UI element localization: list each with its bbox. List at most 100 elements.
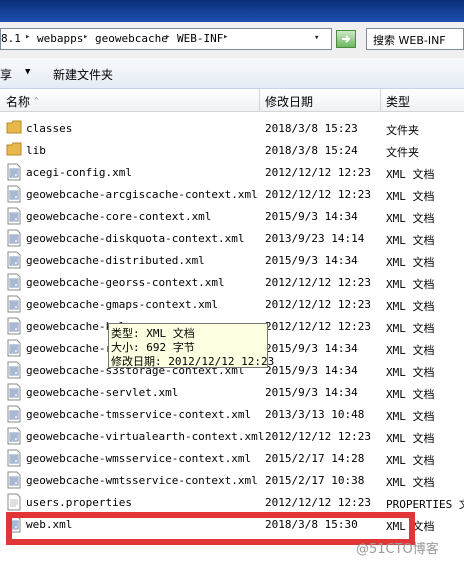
file-type: XML 文档 xyxy=(386,278,435,291)
xml-file-icon xyxy=(6,273,22,291)
folder-icon xyxy=(6,119,22,137)
file-name: geowebcache-diskquota-context.xml xyxy=(26,232,245,245)
file-modified-date: 2015/9/3 14:34 xyxy=(265,364,358,377)
file-modified-date: 2015/9/3 14:34 xyxy=(265,254,358,267)
address-bar[interactable]: 8.1 ▸ webapps ▸ geowebcache ▸ WEB-INF ▸ xyxy=(0,28,332,50)
file-type: XML 文档 xyxy=(386,300,435,313)
xml-file-icon xyxy=(6,163,22,181)
file-name: classes xyxy=(26,122,73,135)
file-name: users.properties xyxy=(26,496,132,509)
file-type: XML 文档 xyxy=(386,476,435,489)
file-type: XML 文档 xyxy=(386,432,435,445)
file-row[interactable]: geowebcache-diskquota-context.xml 2013/9/… xyxy=(0,227,464,249)
column-header-name[interactable]: 名称 xyxy=(6,93,30,110)
sort-ascending-icon: ^ xyxy=(34,96,39,105)
watermark: @51CTO博客 xyxy=(356,542,439,557)
xml-file-icon xyxy=(6,383,22,401)
highlight-box xyxy=(6,512,415,545)
search-placeholder: 搜索 WEB-INF xyxy=(373,34,446,47)
file-row[interactable]: geowebcache-arcgiscache-context.xml 2012/… xyxy=(0,183,464,205)
breadcrumb-separator-icon[interactable]: ▸ xyxy=(25,32,30,42)
file-row[interactable]: geowebcache-servlet.xml 2015/9/3 14:34 XML… xyxy=(0,381,464,403)
file-modified-date: 2015/9/3 14:34 xyxy=(265,342,358,355)
file-row[interactable]: users.properties 2012/12/12 12:23 PROPERTI… xyxy=(0,491,464,513)
file-name: geowebcache-virtualearth-context.xml xyxy=(26,430,265,443)
xml-file-icon xyxy=(6,229,22,247)
breadcrumb-web-inf[interactable]: WEB-INF xyxy=(177,32,223,45)
file-modified-date: 2013/9/23 14:14 xyxy=(265,232,365,245)
file-name: geowebcache-wmtsservice-context.xml xyxy=(26,474,258,487)
share-dropdown-icon[interactable]: ▼ xyxy=(25,67,30,77)
file-name: geowebcache-arcgiscache-context.xml xyxy=(26,188,258,201)
file-type: XML 文档 xyxy=(386,344,435,357)
file-name: geowebcache-georss-context.xml xyxy=(26,276,225,289)
file-name: geowebcache-core-context.xml xyxy=(26,210,212,223)
file-modified-date: 2012/12/12 12:23 xyxy=(265,166,371,179)
file-modified-date: 2012/12/12 12:23 xyxy=(265,276,371,289)
column-divider[interactable] xyxy=(259,89,260,111)
file-info-tooltip: 类型: XML 文档 大小: 692 字节 修改日期: 2012/12/12 1… xyxy=(108,323,274,368)
file-name: geowebcache-gmaps-context.xml xyxy=(26,298,219,311)
file-modified-date: 2015/2/17 10:38 xyxy=(265,474,365,487)
xml-file-icon xyxy=(6,295,22,313)
file-row[interactable]: lib 2018/3/8 15:24 文件夹 xyxy=(0,139,464,161)
column-header-date[interactable]: 修改日期 xyxy=(265,93,313,110)
file-row[interactable]: geowebcache-distributed.xml 2015/9/3 14:3… xyxy=(0,249,464,271)
file-modified-date: 2015/9/3 14:34 xyxy=(265,386,358,399)
file-type: XML 文档 xyxy=(386,168,435,181)
breadcrumb-separator-icon[interactable]: ▸ xyxy=(83,32,88,42)
file-row[interactable]: classes 2018/3/8 15:23 文件夹 xyxy=(0,117,464,139)
file-modified-date: 2015/2/17 14:28 xyxy=(265,452,365,465)
toolbar: 享 ▼ 新建文件夹 xyxy=(0,58,464,89)
column-header-type[interactable]: 类型 xyxy=(386,93,410,110)
file-type: XML 文档 xyxy=(386,322,435,335)
file-row[interactable]: geowebcache-wmsservice-context.xml 2015/2… xyxy=(0,447,464,469)
file-modified-date: 2012/12/12 12:23 xyxy=(265,298,371,311)
column-divider[interactable] xyxy=(380,89,381,111)
share-button[interactable]: 享 xyxy=(0,66,12,83)
search-input[interactable]: 搜索 WEB-INF xyxy=(366,28,464,50)
breadcrumb-separator-icon[interactable]: ▸ xyxy=(165,32,170,42)
file-modified-date: 2015/9/3 14:34 xyxy=(265,210,358,223)
new-folder-button[interactable]: 新建文件夹 xyxy=(53,66,113,83)
file-modified-date: 2018/3/8 15:24 xyxy=(265,144,358,157)
file-type: XML 文档 xyxy=(386,366,435,379)
title-bar xyxy=(0,0,464,22)
xml-file-icon xyxy=(6,317,22,335)
file-type: 文件夹 xyxy=(386,124,419,137)
xml-file-icon xyxy=(6,471,22,489)
tooltip-modified: 修改日期: 2012/12/12 12:23 xyxy=(111,355,275,368)
file-row[interactable]: geowebcache-tmsservice-context.xml 2013/3… xyxy=(0,403,464,425)
file-name: acegi-config.xml xyxy=(26,166,132,179)
file-name: geowebcache-re xyxy=(26,342,119,355)
file-modified-date: 2012/12/12 12:23 xyxy=(265,188,371,201)
column-header-row: 名称 ^ 修改日期 类型 xyxy=(0,89,464,112)
file-type: XML 文档 xyxy=(386,212,435,225)
address-history-dropdown-icon[interactable]: ▾ xyxy=(314,33,319,43)
file-row[interactable]: geowebcache-core-context.xml 2015/9/3 14:… xyxy=(0,205,464,227)
file-modified-date: 2018/3/8 15:23 xyxy=(265,122,358,135)
breadcrumb-geowebcache[interactable]: geowebcache xyxy=(95,32,168,45)
xml-file-icon xyxy=(6,427,22,445)
file-name: geowebcache-wmsservice-context.xml xyxy=(26,452,252,465)
file-name: geowebcache-servlet.xml xyxy=(26,386,179,399)
file-row[interactable]: geowebcache-wmtsservice-context.xml 2015/… xyxy=(0,469,464,491)
file-row[interactable]: geowebcache-georss-context.xml 2012/12/12… xyxy=(0,271,464,293)
xml-file-icon xyxy=(6,339,22,357)
file-type: PROPERTIES 文 xyxy=(386,498,464,511)
xml-file-icon xyxy=(6,405,22,423)
xml-file-icon xyxy=(6,251,22,269)
file-row[interactable]: geowebcache-gmaps-context.xml 2012/12/12 … xyxy=(0,293,464,315)
refresh-button[interactable] xyxy=(336,30,356,48)
file-row[interactable]: geowebcache-virtualearth-context.xml 2012… xyxy=(0,425,464,447)
file-type: XML 文档 xyxy=(386,256,435,269)
file-name: geowebcache-tmsservice-context.xml xyxy=(26,408,252,421)
breadcrumb-webapps[interactable]: webapps xyxy=(37,32,83,45)
file-modified-date: 2013/3/13 10:48 xyxy=(265,408,365,421)
breadcrumb-8-1[interactable]: 8.1 xyxy=(1,32,21,45)
file-row[interactable]: acegi-config.xml 2012/12/12 12:23 XML 文档 xyxy=(0,161,464,183)
file-type: XML 文档 xyxy=(386,454,435,467)
xml-file-icon xyxy=(6,361,22,379)
file-modified-date: 2012/12/12 12:23 xyxy=(265,430,371,443)
breadcrumb-separator-icon[interactable]: ▸ xyxy=(223,32,228,42)
